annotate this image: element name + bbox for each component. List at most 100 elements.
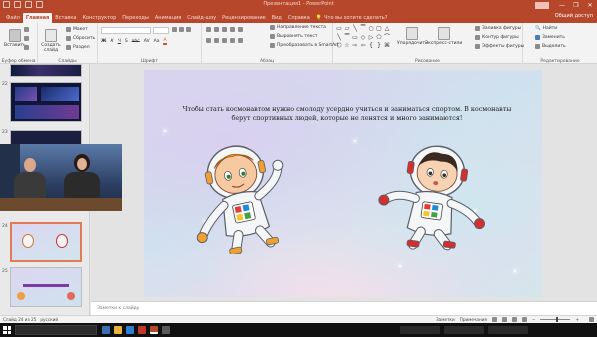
shape-fill-button[interactable]: Заливка фигуры — [475, 26, 521, 31]
file-explorer-icon[interactable] — [114, 326, 122, 334]
sorter-view-icon[interactable] — [501, 317, 507, 322]
replace-button[interactable]: Заменить — [535, 35, 565, 40]
cut-button[interactable] — [24, 27, 29, 32]
copy-button[interactable] — [24, 36, 29, 41]
fit-to-window-icon[interactable] — [589, 317, 594, 322]
shape-glyph[interactable]: ☆ — [343, 42, 351, 51]
reset-button[interactable]: Сбросить — [66, 36, 95, 41]
tab-animations[interactable]: Анимация — [152, 13, 184, 23]
find-button[interactable]: 🔍 Найти — [535, 26, 557, 31]
slide-thumbnail-selected[interactable] — [10, 222, 82, 262]
app-icon[interactable] — [138, 326, 146, 334]
notes-toggle[interactable]: Заметки — [436, 317, 455, 322]
shape-glyph[interactable]: ▢ — [375, 25, 383, 34]
tab-design[interactable]: Конструктор — [79, 13, 119, 23]
shape-glyph[interactable]: ▔ — [343, 34, 351, 43]
align-right-icon[interactable] — [222, 38, 227, 43]
tab-home[interactable]: Главная — [22, 13, 53, 23]
font-grow-shrink[interactable] — [172, 27, 191, 32]
font-name-combo[interactable] — [101, 27, 151, 34]
shape-effects-button[interactable]: Эффекты фигуры — [475, 44, 524, 49]
select-button[interactable]: Выделить — [535, 44, 566, 49]
maximize-button[interactable]: ❐ — [569, 0, 583, 11]
account-avatar[interactable] — [535, 2, 549, 9]
tab-insert[interactable]: Вставка — [52, 13, 79, 23]
line-spacing-icon[interactable] — [238, 27, 243, 32]
slide-thumbnail[interactable] — [10, 82, 82, 122]
taskbar-window-button[interactable] — [488, 326, 528, 334]
comments-toggle[interactable]: Примечания — [460, 317, 487, 322]
bullets-icon[interactable] — [206, 27, 211, 32]
shape-outline-button[interactable]: Контур фигуры — [475, 35, 519, 40]
shape-glyph[interactable]: { — [367, 42, 375, 51]
align-left-icon[interactable] — [206, 38, 211, 43]
shape-glyph[interactable]: ⬠ — [375, 34, 383, 43]
shape-glyph[interactable]: ╲ — [351, 25, 359, 34]
zoom-out-button[interactable]: − — [532, 317, 536, 322]
arrange-button[interactable]: Упорядочить — [397, 27, 428, 46]
zoom-slider[interactable] — [540, 317, 571, 322]
normal-view-icon[interactable] — [491, 317, 497, 322]
app-icon[interactable] — [162, 326, 170, 334]
increase-indent-icon[interactable] — [230, 27, 235, 32]
paste-button[interactable]: Вставить — [4, 29, 26, 48]
share-button[interactable]: Общий доступ — [555, 13, 593, 19]
shape-glyph[interactable]: ⬡ — [335, 42, 343, 51]
taskbar-search[interactable] — [15, 325, 97, 335]
numbering-icon[interactable] — [214, 27, 219, 32]
shape-glyph[interactable]: } — [375, 42, 383, 51]
align-center-icon[interactable] — [214, 38, 219, 43]
minimize-button[interactable]: — — [555, 0, 569, 11]
text-direction-button[interactable]: Направление текста — [270, 25, 326, 30]
windows-start-icon[interactable] — [3, 326, 11, 334]
close-button[interactable]: ✕ — [583, 0, 597, 11]
current-slide[interactable]: Чтобы стать космонавтом нужно смолоду ус… — [144, 70, 542, 297]
format-painter-button[interactable] — [24, 45, 29, 50]
bold-button[interactable]: Ж — [101, 39, 107, 44]
tell-me-search[interactable]: 💡 Что вы хотите сделать? — [313, 13, 391, 23]
shape-glyph[interactable]: ⇦ — [359, 42, 367, 51]
shape-glyph[interactable]: ╲ — [335, 34, 343, 43]
spacing-button[interactable]: AV — [144, 39, 150, 44]
case-button[interactable]: Aa — [154, 39, 160, 44]
shape-glyph[interactable]: ○ — [367, 25, 375, 34]
shape-glyph[interactable]: ▭ — [335, 25, 343, 34]
powerpoint-taskbar-icon[interactable] — [150, 326, 158, 334]
language-indicator[interactable]: русский — [40, 317, 58, 322]
quick-styles-button[interactable]: Экспресс-стили — [425, 27, 462, 46]
taskbar-window-button[interactable] — [444, 326, 484, 334]
slide-thumbnail[interactable] — [10, 64, 82, 77]
notes-pane[interactable]: Заметки к слайду — [91, 301, 597, 315]
tab-review[interactable]: Рецензирование — [219, 13, 269, 23]
task-view-icon[interactable] — [102, 326, 110, 334]
shape-glyph[interactable]: ▔ — [359, 25, 367, 34]
shape-glyph[interactable]: ▷ — [367, 34, 375, 43]
underline-button[interactable]: Ч — [118, 39, 121, 44]
shape-glyph[interactable]: ⌘ — [383, 42, 391, 51]
shape-glyph[interactable]: ◇ — [359, 34, 367, 43]
font-color-button[interactable]: A — [163, 38, 167, 45]
shape-glyph[interactable]: △ — [383, 25, 391, 34]
shape-glyph[interactable]: ▱ — [343, 25, 351, 34]
tab-help[interactable]: Справка — [285, 13, 313, 23]
italic-button[interactable]: К — [111, 39, 114, 44]
tab-transitions[interactable]: Переходы — [119, 13, 152, 23]
strikethrough-button[interactable]: abc — [132, 39, 140, 44]
shadow-button[interactable]: S — [125, 39, 128, 44]
font-size-combo[interactable] — [153, 27, 169, 34]
taskbar-window-button[interactable] — [400, 326, 440, 334]
browser-icon[interactable] — [126, 326, 134, 334]
new-slide-button[interactable]: Создать слайд — [41, 29, 61, 53]
decrease-indent-icon[interactable] — [222, 27, 227, 32]
shape-glyph[interactable]: ⇨ — [351, 42, 359, 51]
smartart-button[interactable]: Преобразовать в SmartArt — [270, 43, 339, 48]
slideshow-view-icon[interactable] — [521, 317, 527, 322]
section-button[interactable]: Раздел — [66, 45, 90, 50]
shape-glyph[interactable]: ⌒ — [383, 34, 391, 43]
slide-thumbnail[interactable] — [10, 267, 82, 307]
shape-glyph[interactable]: ▭ — [351, 34, 359, 43]
tab-slideshow[interactable]: Слайд-шоу — [184, 13, 219, 23]
zoom-in-button[interactable]: + — [575, 317, 579, 322]
align-text-button[interactable]: Выровнять текст — [270, 34, 317, 39]
layout-button[interactable]: Макет — [66, 27, 88, 32]
